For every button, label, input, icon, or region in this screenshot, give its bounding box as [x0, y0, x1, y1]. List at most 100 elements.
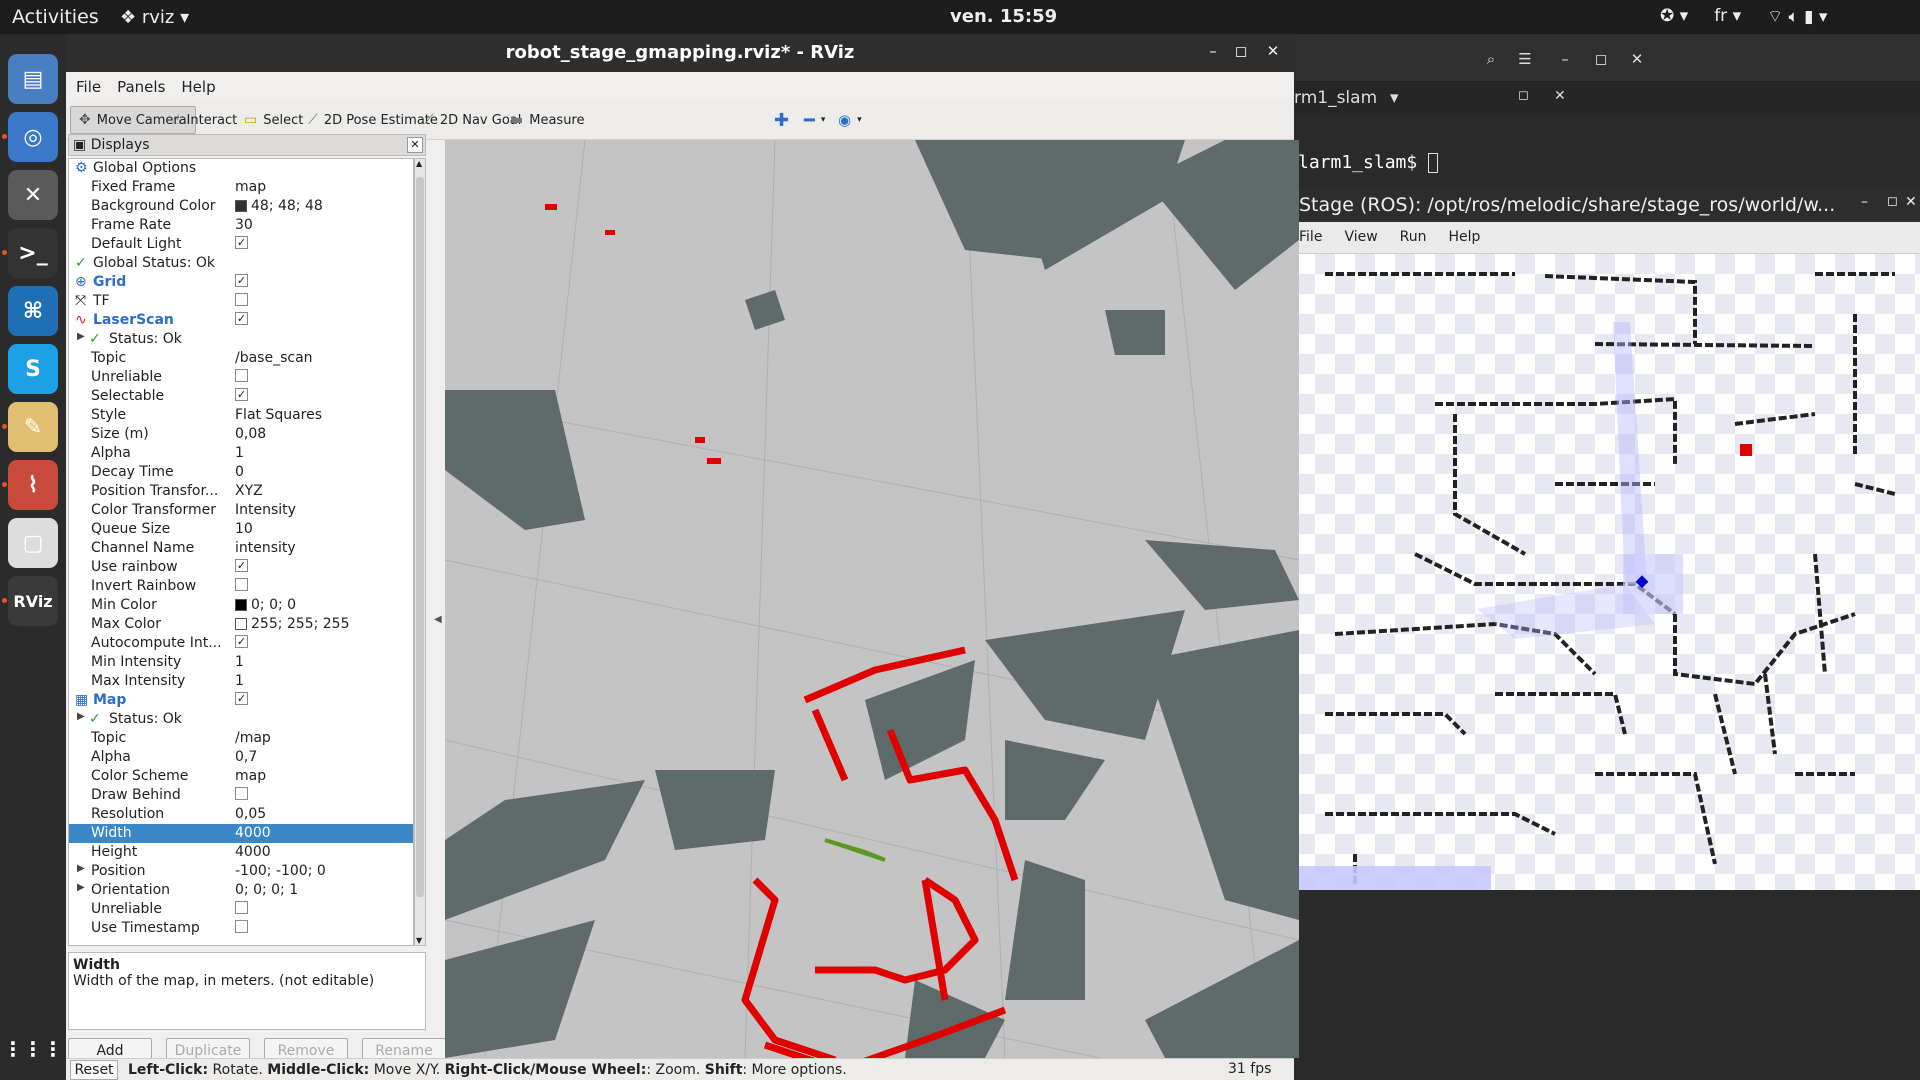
- checkbox-checked[interactable]: ✓: [235, 274, 248, 287]
- property-value[interactable]: Flat Squares: [235, 407, 322, 423]
- search-icon[interactable]: ⌕: [1476, 46, 1506, 72]
- tab-maximize-icon[interactable]: ◻: [1518, 88, 1529, 103]
- rviz-titlebar[interactable]: robot_stage_gmapping.rviz* - RViz – ◻ ✕: [66, 34, 1294, 72]
- property-value[interactable]: 0,05: [235, 806, 266, 822]
- tree-row[interactable]: ✓ Global Status: Ok: [69, 254, 413, 273]
- property-value[interactable]: /map: [235, 730, 271, 746]
- tree-row[interactable]: ▶ ✓ Status: Ok: [69, 330, 413, 349]
- status-icons[interactable]: ⌔ 🔈︎ ▮ ▾: [1767, 6, 1827, 27]
- tree-scrollbar[interactable]: ▲ ▼: [414, 158, 426, 946]
- stage-menu-help[interactable]: Help: [1449, 229, 1481, 246]
- property-value[interactable]: ✓: [235, 692, 248, 705]
- tree-row[interactable]: Position Transfor... XYZ: [69, 482, 413, 501]
- scroll-up-icon[interactable]: ▲: [416, 159, 422, 168]
- skype-launcher-icon[interactable]: S: [8, 344, 58, 394]
- keyboard-layout[interactable]: fr ▾: [1714, 6, 1741, 27]
- property-value[interactable]: 10: [235, 521, 253, 537]
- menu-panels[interactable]: Panels: [117, 78, 165, 96]
- tree-row[interactable]: Style Flat Squares: [69, 406, 413, 425]
- tree-row[interactable]: Topic/base_scan: [69, 349, 413, 368]
- property-value[interactable]: /base_scan: [235, 350, 313, 366]
- stage-window[interactable]: Stage (ROS): /opt/ros/melodic/share/stag…: [1294, 188, 1920, 890]
- chromium-launcher-icon[interactable]: ◎: [8, 112, 58, 162]
- tree-row[interactable]: Draw Behind: [69, 786, 413, 805]
- minimize-icon[interactable]: –: [1200, 42, 1226, 64]
- scrollbar-thumb[interactable]: [416, 177, 424, 897]
- tree-row[interactable]: ∿ LaserScan ✓: [69, 311, 413, 330]
- property-value[interactable]: 4000: [235, 825, 271, 841]
- add-tool-icon[interactable]: ✚: [766, 106, 797, 134]
- property-value[interactable]: 1: [235, 445, 244, 461]
- terminal-titlebar[interactable]: ⌕ ☰ – ◻ ✕: [1294, 34, 1920, 82]
- tree-row[interactable]: Unreliable: [69, 368, 413, 387]
- tree-row[interactable]: Invert Rainbow: [69, 577, 413, 596]
- tab-close-icon[interactable]: ✕: [1554, 88, 1566, 104]
- property-value[interactable]: 48; 48; 48: [235, 198, 323, 214]
- property-value[interactable]: 0,08: [235, 426, 266, 442]
- tree-row[interactable]: Topic/map: [69, 729, 413, 748]
- close-icon[interactable]: ✕: [1622, 46, 1652, 72]
- tree-row[interactable]: Unreliable: [69, 900, 413, 919]
- left-splitter-arrow[interactable]: ◀: [434, 614, 444, 625]
- terminal-prompt[interactable]: larm1_slam$: [1298, 152, 1439, 173]
- tree-row[interactable]: Decay Time 0: [69, 463, 413, 482]
- panel-close-icon[interactable]: ✕: [407, 137, 423, 153]
- checkbox-unchecked[interactable]: [235, 369, 248, 382]
- property-value[interactable]: [235, 920, 248, 933]
- tree-row[interactable]: Max Intensity 1: [69, 672, 413, 691]
- minimize-icon[interactable]: –: [1550, 46, 1580, 72]
- expand-arrow-icon[interactable]: ▶: [77, 882, 85, 893]
- checkbox-checked[interactable]: ✓: [235, 312, 248, 325]
- property-value[interactable]: 4000: [235, 844, 271, 860]
- property-value[interactable]: [235, 901, 248, 914]
- reset-button[interactable]: Reset: [70, 1060, 118, 1080]
- displays-tree[interactable]: ⚙ Global Options Fixed Frame map Background …: [68, 158, 414, 946]
- property-value[interactable]: [235, 369, 248, 382]
- property-value[interactable]: 0,7: [235, 749, 257, 765]
- checkbox-unchecked[interactable]: [235, 787, 248, 800]
- scroll-down-icon[interactable]: ▼: [416, 936, 422, 945]
- tree-row[interactable]: Background Color 48; 48; 48: [69, 197, 413, 216]
- tree-row[interactable]: Min Intensity 1: [69, 653, 413, 672]
- tree-row[interactable]: Color Transformer Intensity: [69, 501, 413, 520]
- tree-row[interactable]: Queue Size 10: [69, 520, 413, 539]
- checkbox-checked[interactable]: ✓: [235, 559, 248, 572]
- tree-row[interactable]: ⚙ Global Options: [69, 159, 413, 178]
- tree-row[interactable]: ⊕ Grid ✓: [69, 273, 413, 292]
- camera-type-icon[interactable]: ◉ ▾: [830, 106, 870, 134]
- accessibility-icon[interactable]: ✪ ▾: [1660, 6, 1688, 27]
- property-value[interactable]: ✓: [235, 236, 248, 249]
- property-value[interactable]: 1: [235, 654, 244, 670]
- tree-row[interactable]: Use Timestamp: [69, 919, 413, 938]
- property-value[interactable]: ✓: [235, 274, 248, 287]
- tree-row[interactable]: Min Color 0; 0; 0: [69, 596, 413, 615]
- close-icon[interactable]: ✕: [1260, 42, 1286, 64]
- property-value[interactable]: intensity: [235, 540, 296, 556]
- 3d-viewport[interactable]: [445, 140, 1299, 1058]
- tree-row[interactable]: ▶ Orientation 0; 0; 0; 1: [69, 881, 413, 900]
- expand-arrow-icon[interactable]: ▶: [77, 711, 85, 722]
- expand-arrow-icon[interactable]: ▶: [77, 331, 85, 342]
- text-editor-launcher-icon[interactable]: ✎: [8, 402, 58, 452]
- property-value[interactable]: 0; 0; 0: [235, 597, 296, 613]
- terminal-tab[interactable]: rm1_slam ▾ ◻ ✕: [1294, 82, 1920, 116]
- tree-row[interactable]: ▶ Position -100; -100; 0: [69, 862, 413, 881]
- stage-close-icon[interactable]: ✕: [1905, 194, 1917, 210]
- stage-menu-file[interactable]: File: [1299, 229, 1322, 246]
- property-value[interactable]: XYZ: [235, 483, 263, 499]
- property-value[interactable]: ✓: [235, 312, 248, 325]
- property-value[interactable]: 30: [235, 217, 253, 233]
- stage-world-canvas[interactable]: [1295, 254, 1920, 890]
- tree-row[interactable]: Resolution 0,05: [69, 805, 413, 824]
- chevron-down-icon[interactable]: ▾: [1390, 88, 1399, 108]
- checkbox-checked[interactable]: ✓: [235, 635, 248, 648]
- maximize-icon[interactable]: ◻: [1586, 46, 1616, 72]
- expand-arrow-icon[interactable]: ▶: [77, 863, 85, 874]
- property-value[interactable]: ✓: [235, 635, 248, 648]
- tree-row[interactable]: Use rainbow ✓: [69, 558, 413, 577]
- tree-row[interactable]: Alpha 0,7: [69, 748, 413, 767]
- rviz-launcher-icon[interactable]: RViz: [8, 576, 58, 626]
- menu-file[interactable]: File: [76, 78, 101, 96]
- tree-row[interactable]: Frame Rate 30: [69, 216, 413, 235]
- tree-row[interactable]: ⤧ TF: [69, 292, 413, 311]
